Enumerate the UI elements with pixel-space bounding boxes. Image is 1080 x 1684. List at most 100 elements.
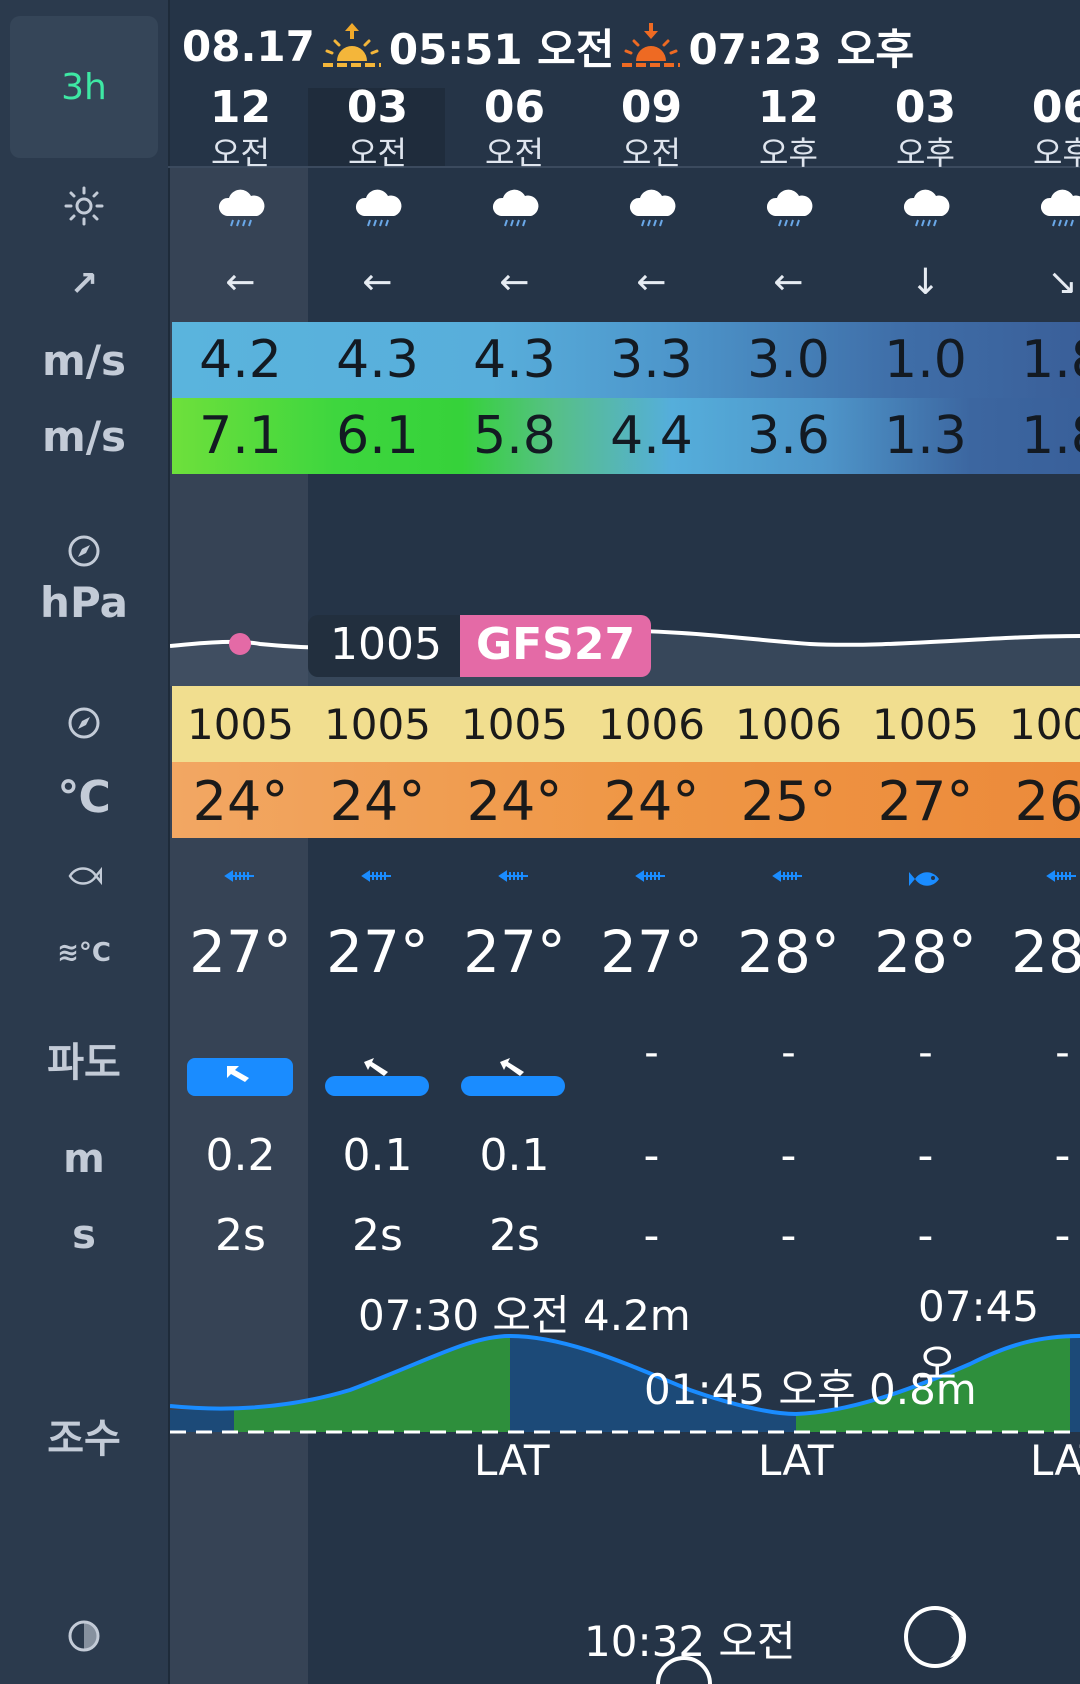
time-ampm: 오후 xyxy=(1033,134,1080,172)
wind-direction-arrow: ← xyxy=(225,262,256,303)
wind-speed-value: 1.8 xyxy=(1021,330,1080,390)
wave-height-value: - xyxy=(1054,1130,1071,1181)
air-temperature-value: 24° xyxy=(466,770,563,833)
sun-icon xyxy=(0,186,168,230)
time-ampm: 오전 xyxy=(348,134,407,172)
tide-high-label: 07:30 오전 4.2m xyxy=(358,1291,691,1340)
wind-direction-arrow: ← xyxy=(499,262,530,303)
time-ampm: 오후 xyxy=(759,134,818,172)
tide-lat-label: LAT xyxy=(474,1436,550,1485)
wave-period-value: - xyxy=(917,1210,934,1261)
wind-direction-icon: ↗ xyxy=(69,264,99,304)
interval-button[interactable]: 3h xyxy=(10,16,158,158)
label-column: 3h ↗ m/s m/s hPa ℃ ≋°C 파도 m s 조수 xyxy=(0,0,168,1684)
fish-activity-icon xyxy=(720,868,857,888)
time-ampm: 오후 xyxy=(896,134,955,172)
pressure-value: 1006 xyxy=(598,700,705,749)
wind-unit-label: m/s xyxy=(41,336,127,385)
wave-direction-dash: - xyxy=(781,1030,796,1076)
hpa-label: hPa xyxy=(40,578,128,627)
sunset-time: 07:23 오후 xyxy=(688,24,915,74)
water-temperature-value: 27° xyxy=(326,918,429,986)
wind-speed-value: 3.3 xyxy=(610,330,693,390)
wave-label: 파도 xyxy=(47,1040,121,1086)
sunrise-icon xyxy=(321,21,383,71)
wind-speed-value: 4.3 xyxy=(473,330,556,390)
rain-cloud-icon xyxy=(994,186,1080,234)
time-hour: 09 xyxy=(620,82,683,133)
celsius-label: ℃ xyxy=(57,772,111,823)
wave-period-value: - xyxy=(643,1210,660,1261)
wave-period-unit: s xyxy=(72,1212,96,1258)
water-temperature-value: 27° xyxy=(189,918,292,986)
time-ampm: 오전 xyxy=(485,134,544,172)
water-temperature-value: 28° xyxy=(737,918,840,986)
rain-cloud-icon xyxy=(720,186,857,234)
air-temperature-value: 24° xyxy=(603,770,700,833)
wave-period-value: - xyxy=(780,1210,797,1261)
wind-speed-value: 4.3 xyxy=(336,330,419,390)
wave-height-unit: m xyxy=(63,1136,105,1182)
wave-period-value: 2s xyxy=(352,1210,403,1261)
wave-height-value: - xyxy=(643,1130,660,1181)
time-hour: 12 xyxy=(757,82,820,133)
model-badge: GFS27 xyxy=(459,615,652,677)
compass-icon xyxy=(0,534,168,572)
rain-cloud-icon xyxy=(857,186,994,234)
air-temperature-value: 24° xyxy=(329,770,426,833)
wind-direction-arrow: ← xyxy=(362,262,393,303)
wave-direction-dash: - xyxy=(644,1030,659,1076)
tide-label: 조수 xyxy=(47,1416,121,1462)
wave-height-value: 0.1 xyxy=(479,1130,550,1181)
pressure-icon xyxy=(0,706,168,744)
wind-gust-value: 3.6 xyxy=(747,406,830,466)
wind-gust-value: 4.4 xyxy=(610,406,693,466)
time-hour: 06 xyxy=(1031,82,1080,133)
wind-gust-value: 6.1 xyxy=(336,406,419,466)
water-temperature-value: 27° xyxy=(463,918,566,986)
wave-bar xyxy=(461,1076,565,1096)
tide-high-label-2: 07:45 오 xyxy=(918,1282,1040,1389)
wind-direction-arrow: ← xyxy=(773,262,804,303)
rain-cloud-icon xyxy=(172,186,309,234)
fish-activity-icon xyxy=(172,868,309,888)
water-temperature-value: 28° xyxy=(1011,918,1080,986)
air-temperature-value: 27° xyxy=(877,770,974,833)
sunset-icon xyxy=(620,21,682,71)
wave-height-value: - xyxy=(917,1130,934,1181)
moon-phase-icon xyxy=(0,1618,168,1658)
rain-cloud-icon xyxy=(583,186,720,234)
pressure-value: 1005 xyxy=(461,700,568,749)
sun-times-bar: 08.17 05:51 오전 07:23 오후 xyxy=(182,18,914,74)
wave-height-value: 0.2 xyxy=(205,1130,276,1181)
water-temp-icon: ≋°C xyxy=(57,938,111,968)
fish-activity-icon xyxy=(309,868,446,888)
pressure-value: 1005 xyxy=(1009,700,1080,749)
wind-gust-value: 1.3 xyxy=(884,406,967,466)
pressure-value: 1005 xyxy=(324,700,431,749)
pressure-value: 1005 xyxy=(872,700,979,749)
pressure-badge[interactable]: 1005 GFS27 xyxy=(308,615,652,677)
wave-period-value: 2s xyxy=(215,1210,266,1261)
time-hour: 03 xyxy=(894,82,957,133)
wave-period-value: 2s xyxy=(489,1210,540,1261)
tide-lat-label: LAT xyxy=(758,1436,834,1485)
time-hour: 06 xyxy=(483,82,546,133)
time-hour: 12 xyxy=(209,82,272,133)
wind-direction-arrow: ↓ xyxy=(910,262,941,303)
wave-direction-icon xyxy=(500,1058,524,1076)
wind-gust-value: 7.1 xyxy=(199,406,282,466)
wave-period-value: - xyxy=(1054,1210,1071,1261)
water-temperature-value: 27° xyxy=(600,918,703,986)
pressure-value: 1005 xyxy=(187,700,294,749)
rain-cloud-icon xyxy=(309,186,446,234)
fish-activity-icon xyxy=(446,868,583,888)
time-ampm: 오전 xyxy=(211,134,270,172)
pressure-marker xyxy=(229,633,251,655)
gust-unit-label: m/s xyxy=(41,412,127,461)
wave-height-value: 0.1 xyxy=(342,1130,413,1181)
pressure-value: 1006 xyxy=(735,700,842,749)
wave-direction-dash: - xyxy=(918,1030,933,1076)
rain-cloud-icon xyxy=(446,186,583,234)
air-temperature-value: 26° xyxy=(1014,770,1080,833)
